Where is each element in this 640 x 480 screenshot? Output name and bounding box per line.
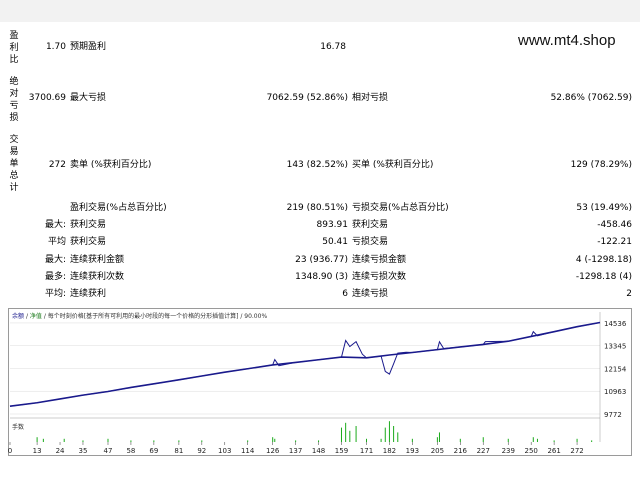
x-tick-label: 81 xyxy=(174,447,183,455)
x-tick-label: 227 xyxy=(477,447,490,455)
y-tick-label: 9772 xyxy=(604,411,622,419)
x-tick-label: 272 xyxy=(570,447,583,455)
x-tick-label: 261 xyxy=(547,447,560,455)
x-tick-label: 216 xyxy=(454,447,468,455)
x-tick-label: 92 xyxy=(197,447,206,455)
y-tick-label: 14536 xyxy=(604,320,627,328)
x-tick-label: 159 xyxy=(335,447,348,455)
x-tick-label: 24 xyxy=(56,447,65,455)
x-tick-label: 137 xyxy=(289,447,302,455)
x-tick-label: 35 xyxy=(79,447,88,455)
x-tick-label: 13 xyxy=(33,447,42,455)
x-tick-label: 47 xyxy=(104,447,113,455)
legend-model: 每个时刻价格[基于所有可利用的最小时段的每一个价格的分形插值计算] / 90.0… xyxy=(47,313,268,320)
volume-label: 手数 xyxy=(12,424,25,431)
x-tick-label: 114 xyxy=(241,447,255,455)
x-tick-label: 250 xyxy=(525,447,538,455)
x-tick-label: 103 xyxy=(218,447,231,455)
y-tick-label: 13345 xyxy=(604,343,626,351)
x-tick-label: 193 xyxy=(406,447,419,455)
x-tick-label: 171 xyxy=(360,447,373,455)
legend-balance: 余额 xyxy=(12,313,25,320)
x-tick-label: 126 xyxy=(266,447,280,455)
chart-legend: 余额 / 净值 / 每个时刻价格[基于所有可利用的最小时段的每一个价格的分形插值… xyxy=(12,313,268,320)
legend-equity: 净值 xyxy=(29,313,42,320)
y-tick-label: 10963 xyxy=(604,388,626,396)
x-tick-label: 239 xyxy=(502,447,515,455)
x-tick-label: 205 xyxy=(431,447,444,455)
x-tick-label: 182 xyxy=(383,447,396,455)
y-tick-label: 12154 xyxy=(604,365,627,373)
balance-line xyxy=(9,321,601,407)
x-tick-label: 69 xyxy=(149,447,158,455)
x-tick-label: 0 xyxy=(8,447,12,455)
x-tick-label: 58 xyxy=(126,447,135,455)
x-tick-label: 148 xyxy=(312,447,325,455)
balance-chart: 9772 10963 12154 13345 14536 0 13 24 35 47 58 69 81 9… xyxy=(8,312,627,455)
